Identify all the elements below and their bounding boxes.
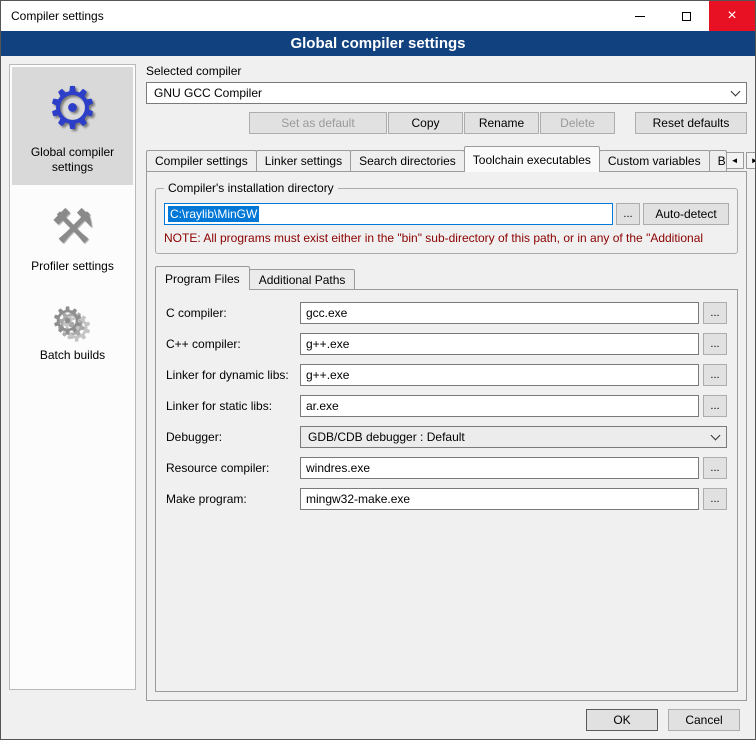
profiler-tool-icon: ⚒ [51, 203, 94, 251]
group-title: Compiler's installation directory [164, 181, 338, 195]
field-row: Debugger: GDB/CDB debugger : Default [166, 426, 727, 448]
install-dir-browse-button[interactable]: ... [616, 203, 640, 225]
sidebar-item-batch-builds[interactable]: ⚙ Batch builds [12, 290, 133, 373]
cpp-compiler-label: C++ compiler: [166, 337, 296, 351]
tab-additional-paths[interactable]: Additional Paths [249, 269, 356, 289]
close-icon: × [727, 8, 736, 24]
compiler-settings-window: Compiler settings × Global compiler sett… [0, 0, 756, 740]
linker-dynamic-label: Linker for dynamic libs: [166, 368, 296, 382]
tab-compiler-settings[interactable]: Compiler settings [146, 150, 257, 171]
tab-build-options[interactable]: Buil [709, 150, 727, 171]
c-compiler-browse-button[interactable]: ... [703, 302, 727, 324]
c-compiler-label: C compiler: [166, 306, 296, 320]
cpp-compiler-input[interactable]: g++.exe [300, 333, 699, 355]
field-row: Linker for static libs: ar.exe ... [166, 395, 727, 417]
arrow-right-icon: ► [751, 156, 756, 165]
tab-search-directories[interactable]: Search directories [350, 150, 465, 171]
field-row: Resource compiler: windres.exe ... [166, 457, 727, 479]
debugger-label: Debugger: [166, 430, 296, 444]
window-title: Compiler settings [1, 9, 104, 23]
install-dir-selected-text: C:\raylib\MinGW [168, 206, 259, 222]
chevron-down-icon [711, 430, 721, 440]
compiler-select-value: GNU GCC Compiler [154, 86, 732, 100]
linker-static-label: Linker for static libs: [166, 399, 296, 413]
c-compiler-input[interactable]: gcc.exe [300, 302, 699, 324]
toolchain-executables-panel: Compiler's installation directory C:\ray… [146, 171, 747, 701]
autodetect-button[interactable]: Auto-detect [643, 203, 729, 225]
field-row: C compiler: gcc.exe ... [166, 302, 727, 324]
sidebar-item-label: Profiler settings [31, 259, 114, 274]
copy-button[interactable]: Copy [388, 112, 463, 134]
maximize-icon [682, 12, 691, 21]
minimize-button[interactable] [617, 1, 663, 31]
main-panel: Selected compiler GNU GCC Compiler Set a… [146, 64, 747, 701]
tab-toolchain-executables[interactable]: Toolchain executables [464, 146, 600, 172]
installation-directory-group: Compiler's installation directory C:\ray… [155, 188, 738, 254]
cancel-button[interactable]: Cancel [668, 709, 740, 731]
stacked-gears-icon: ⚙ [50, 302, 84, 340]
arrow-left-icon: ◄ [731, 156, 739, 165]
linker-dynamic-browse-button[interactable]: ... [703, 364, 727, 386]
sidebar-item-label: Global compiler settings [14, 145, 131, 175]
make-program-browse-button[interactable]: ... [703, 488, 727, 510]
ok-button[interactable]: OK [586, 709, 658, 731]
tab-scroll-right-button[interactable]: ► [746, 152, 756, 169]
tab-custom-variables[interactable]: Custom variables [599, 150, 710, 171]
install-dir-row: C:\raylib\MinGW ... Auto-detect [164, 203, 729, 225]
field-row: C++ compiler: g++.exe ... [166, 333, 727, 355]
dialog-footer: OK Cancel [586, 709, 740, 731]
resource-compiler-input[interactable]: windres.exe [300, 457, 699, 479]
make-program-input[interactable]: mingw32-make.exe [300, 488, 699, 510]
field-row: Make program: mingw32-make.exe ... [166, 488, 727, 510]
linker-static-input[interactable]: ar.exe [300, 395, 699, 417]
dialog-header-title: Global compiler settings [290, 35, 465, 52]
close-button[interactable]: × [709, 1, 755, 31]
sidebar-item-global-compiler-settings[interactable]: ⚙ Global compiler settings [12, 67, 133, 185]
debugger-select-value: GDB/CDB debugger : Default [308, 430, 712, 444]
chevron-down-icon [731, 86, 741, 96]
make-program-label: Make program: [166, 492, 296, 506]
gear-icon: ⚙ [47, 79, 99, 137]
compiler-select[interactable]: GNU GCC Compiler [146, 82, 747, 104]
reset-defaults-button[interactable]: Reset defaults [635, 112, 747, 134]
compiler-actions: Set as default Copy Rename Delete Reset … [146, 112, 747, 134]
note-text: NOTE: All programs must exist either in … [164, 231, 729, 245]
resource-compiler-label: Resource compiler: [166, 461, 296, 475]
linker-dynamic-input[interactable]: g++.exe [300, 364, 699, 386]
rename-button[interactable]: Rename [464, 112, 539, 134]
sidebar-item-label: Batch builds [40, 348, 105, 363]
sidebar-item-profiler-settings[interactable]: ⚒ Profiler settings [12, 191, 133, 284]
cpp-compiler-browse-button[interactable]: ... [703, 333, 727, 355]
maximize-button[interactable] [663, 1, 709, 31]
program-files-tabstrip: Program Files Additional Paths [155, 266, 738, 289]
debugger-select[interactable]: GDB/CDB debugger : Default [300, 426, 727, 448]
tab-program-files[interactable]: Program Files [155, 266, 250, 290]
install-dir-input[interactable]: C:\raylib\MinGW [164, 203, 613, 225]
tab-scroll-left-button[interactable]: ◄ [726, 152, 744, 169]
set-as-default-button[interactable]: Set as default [249, 112, 387, 134]
selected-compiler-label: Selected compiler [146, 64, 747, 78]
window-controls: × [617, 1, 755, 31]
program-files-panel: C compiler: gcc.exe ... C++ compiler: g+… [155, 289, 738, 692]
delete-button[interactable]: Delete [540, 112, 615, 134]
minimize-icon [635, 16, 645, 17]
titlebar[interactable]: Compiler settings × [1, 1, 755, 31]
tab-linker-settings[interactable]: Linker settings [256, 150, 351, 171]
category-sidebar: ⚙ Global compiler settings ⚒ Profiler se… [9, 64, 136, 690]
dialog-header: Global compiler settings [1, 31, 755, 56]
field-row: Linker for dynamic libs: g++.exe ... [166, 364, 727, 386]
settings-tabstrip: Compiler settings Linker settings Search… [146, 146, 747, 171]
linker-static-browse-button[interactable]: ... [703, 395, 727, 417]
resource-compiler-browse-button[interactable]: ... [703, 457, 727, 479]
dialog-content: ⚙ Global compiler settings ⚒ Profiler se… [1, 56, 755, 739]
